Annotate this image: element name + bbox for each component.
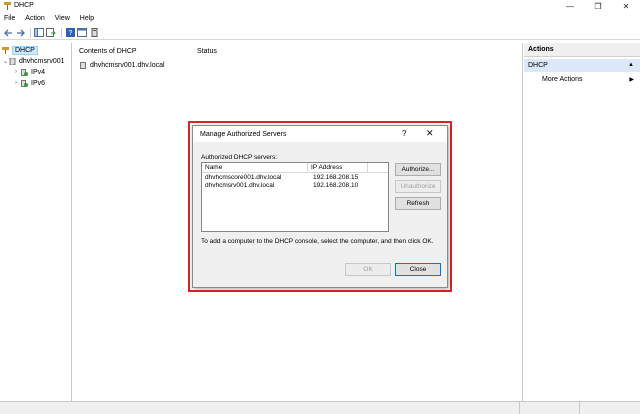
server-ip-cell: 192.168.208.15 [313,174,359,181]
table-row[interactable]: dhvhcmscore001.dhv.local 192.168.208.15 [202,174,388,182]
actions-title: Actions [524,43,640,57]
properties-icon[interactable] [77,28,87,38]
unauthorize-button[interactable]: Unauthorize [395,180,441,193]
svg-text:?: ? [68,30,72,37]
collapse-caret-icon[interactable]: ▲ [628,59,634,72]
authorized-servers-label: Authorized DHCP servers: [201,154,278,161]
close-button[interactable]: Close [395,263,441,276]
actions-section-dhcp[interactable]: DHCP ▲ [524,59,640,72]
more-actions-item[interactable]: More Actions [542,76,582,83]
table-row[interactable]: dhvhcmsrv001.dhv.local 192.168.208.10 [202,182,388,190]
maximize-button[interactable]: ❐ [584,0,612,13]
column-header-status[interactable]: Status [197,48,217,55]
submenu-arrow-icon: ▶ [629,77,634,83]
tree-label-ipv6: IPv6 [31,79,46,87]
tree-item-ipv6[interactable]: › IPv6 [15,78,45,88]
menu-bar: File Action View Help [0,13,640,25]
column-header-ip[interactable]: IP Address [308,163,368,173]
status-section [520,402,580,414]
ipv6-icon [21,79,28,87]
tree-item-dhcp[interactable]: DHCP [2,45,38,55]
minimize-button[interactable]: — [556,0,584,13]
ok-button[interactable]: OK [345,263,391,276]
dhcp-app-icon [4,2,11,10]
dialog-close-button[interactable]: ✕ [426,128,434,139]
authorized-servers-list[interactable]: Name IP Address dhvhcmscore001.dhv.local… [201,162,389,232]
dialog-hint-text: To add a computer to the DHCP console, s… [201,238,434,245]
tree-label-ipv4: IPv4 [31,68,46,76]
dialog-titlebar: Manage Authorized Servers ? ✕ [193,126,447,142]
list-item[interactable]: dhvhcmsrv001.dhv.local [80,62,165,69]
help-icon[interactable]: ? [65,28,75,38]
toolbar: ? [0,26,640,40]
tree-item-ipv4[interactable]: › IPv4 [15,67,45,77]
menu-help[interactable]: Help [80,13,94,25]
menu-view[interactable]: View [55,13,70,25]
server-icon [9,57,16,65]
toolbar-separator [61,27,62,38]
server-name-cell: dhvhcmsrv001.dhv.local [205,182,275,189]
column-header-name[interactable]: Name [202,163,308,173]
tree-label-server: dhvhcmsrv001 [19,57,65,65]
server-icon [80,62,86,69]
actions-pane: Actions DHCP ▲ More Actions ▶ [524,43,640,401]
refresh-button[interactable]: Refresh [395,197,441,210]
list-header: Name IP Address [202,163,388,173]
tree-label-dhcp: DHCP [12,45,38,55]
server-ip-cell: 192.168.208.10 [313,182,359,189]
menu-action[interactable]: Action [25,13,44,25]
forward-icon[interactable] [15,28,25,38]
toolbar-separator [30,27,31,38]
list-item-label: dhvhcmsrv001.dhv.local [90,62,165,69]
manage-authorized-servers-dialog: Manage Authorized Servers ? ✕ Authorized… [192,125,448,288]
dhcp-icon [2,46,9,54]
status-bar [0,401,640,414]
ipv4-icon [21,68,28,76]
menu-file[interactable]: File [4,13,15,25]
dialog-title: Manage Authorized Servers [200,131,287,138]
export-list-icon[interactable] [46,28,56,38]
actions-section-label: DHCP [528,62,548,69]
back-icon[interactable] [3,28,13,38]
help-button[interactable]: ? [402,129,406,138]
column-header-contents[interactable]: Contents of DHCP [79,48,137,55]
authorize-button[interactable]: Authorize... [395,163,441,176]
tree-item-server[interactable]: ⌄ dhvhcmsrv001 [3,56,65,66]
console-tree: DHCP ⌄ dhvhcmsrv001 › IPv4 › IPv6 [0,43,72,401]
window-titlebar: DHCP — ❐ ✕ [0,0,640,13]
server-icon[interactable] [89,28,99,38]
server-name-cell: dhvhcmscore001.dhv.local [205,174,282,181]
status-section [0,402,520,414]
console-tree-icon[interactable] [34,28,44,38]
close-window-button[interactable]: ✕ [612,0,640,13]
window-title: DHCP [14,2,34,9]
